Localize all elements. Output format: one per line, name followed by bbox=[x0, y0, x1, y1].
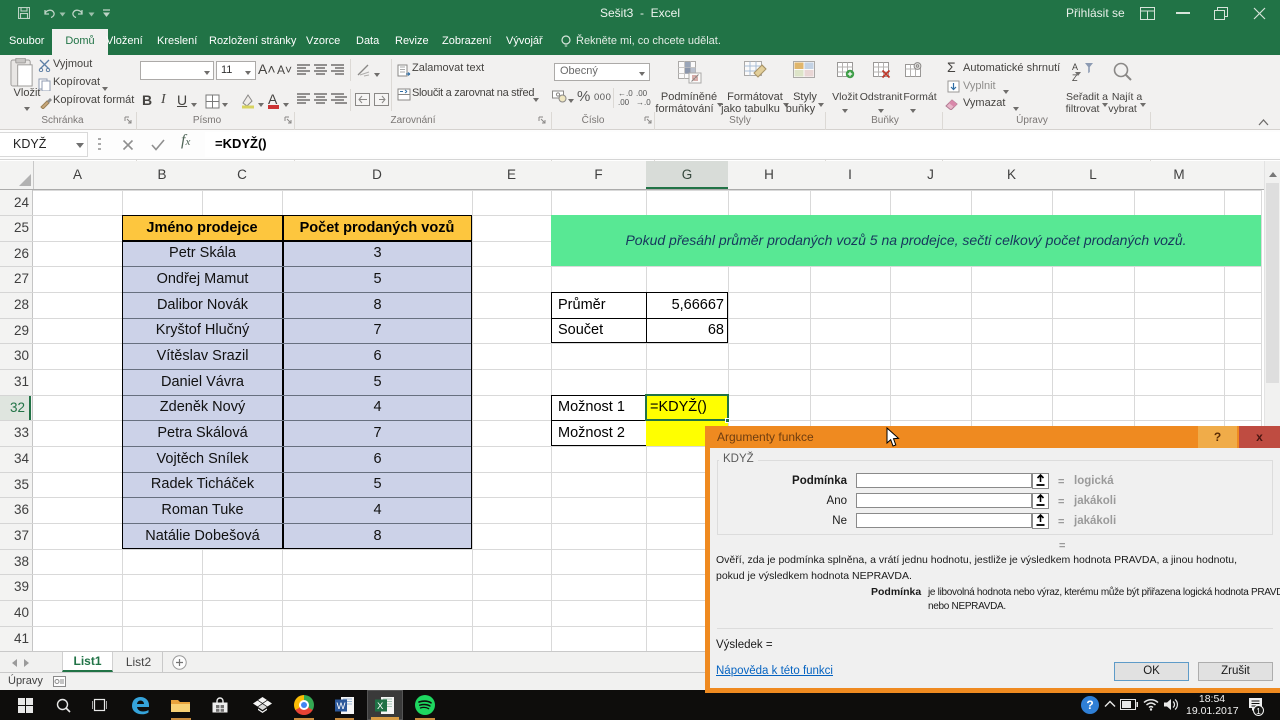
svg-text:X: X bbox=[377, 701, 384, 712]
svg-text:Z: Z bbox=[1072, 73, 1078, 83]
svg-text:A: A bbox=[1072, 62, 1078, 72]
svg-text:W: W bbox=[337, 701, 346, 712]
